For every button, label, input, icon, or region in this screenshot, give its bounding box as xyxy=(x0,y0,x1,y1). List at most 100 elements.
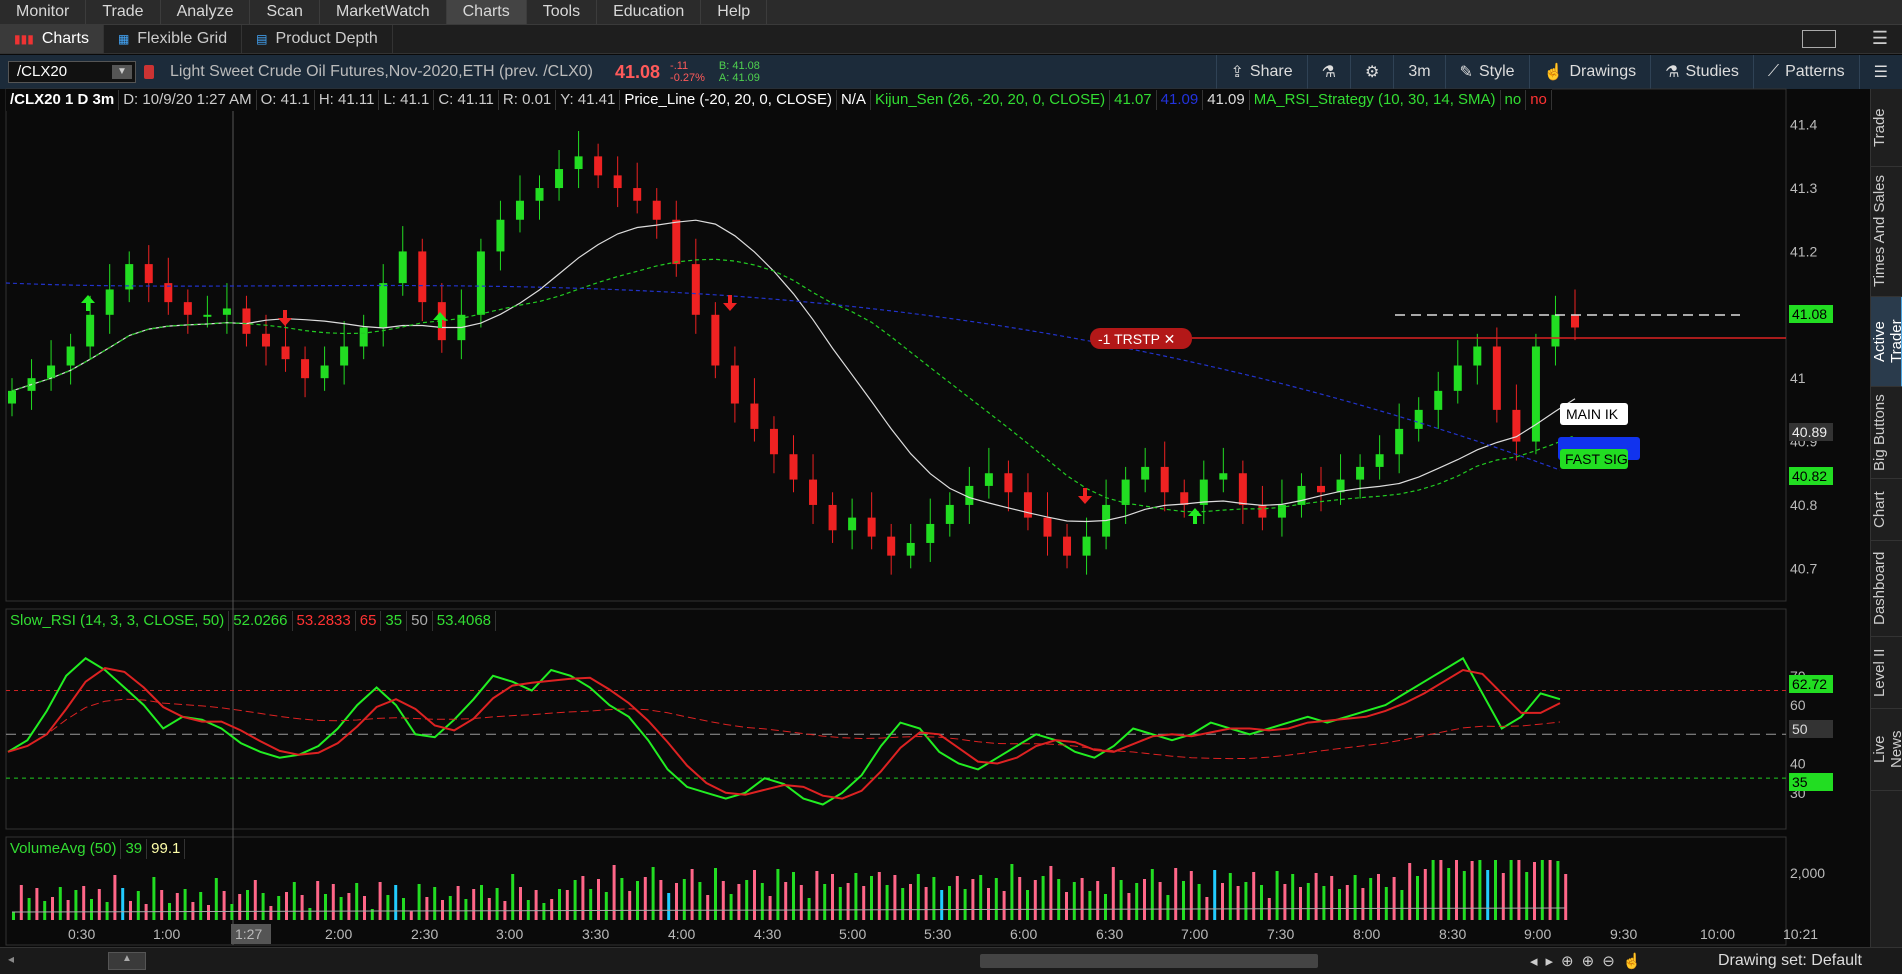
volume-bar xyxy=(1439,860,1443,920)
volume-bar xyxy=(1283,884,1287,920)
volume-bar xyxy=(682,879,686,920)
volume-bar xyxy=(331,884,335,920)
volume-bar xyxy=(526,900,530,920)
volume-bar xyxy=(901,888,905,920)
volume-bar xyxy=(831,874,834,920)
main-ik-label: MAIN IK xyxy=(1566,406,1619,422)
candle-body xyxy=(1063,536,1072,556)
volume-study[interactable]: VolumeAvg (50) xyxy=(6,839,122,859)
rsi-value-6: 53.4068 xyxy=(433,611,497,631)
sidebar-tab-big-buttons[interactable]: Big Buttons xyxy=(1871,387,1902,479)
volume-bar xyxy=(456,886,460,920)
volume-bar xyxy=(1447,868,1451,920)
volume-bar xyxy=(160,890,164,920)
volume-bar xyxy=(659,880,663,920)
candle-body xyxy=(203,314,212,317)
volume-bar xyxy=(604,892,608,920)
candle-body xyxy=(398,251,407,284)
sidebar-tab-times-and-sales[interactable]: Times And Sales xyxy=(1871,167,1902,297)
volume-bar xyxy=(1228,873,1232,920)
candle-body xyxy=(1414,409,1423,429)
volume-bar xyxy=(620,878,624,920)
info-close: C: 41.11 xyxy=(434,90,499,110)
chart-canvas[interactable]: 41.441.341.241.14140.940.840.7-1 TRSTP ✕… xyxy=(0,0,1870,947)
volume-bar xyxy=(729,894,733,920)
volume-bar xyxy=(1026,890,1029,920)
volume-bar xyxy=(1548,860,1552,920)
candle-body xyxy=(594,156,603,176)
kijun-value-1: 41.07 xyxy=(1110,90,1157,110)
time-axis-tick: 3:30 xyxy=(582,926,609,942)
volume-bar xyxy=(355,883,359,920)
volume-bar xyxy=(363,896,366,920)
volume-bar xyxy=(441,900,444,920)
rsi-study[interactable]: Slow_RSI (14, 3, 3, CLOSE, 50) xyxy=(6,611,230,631)
volume-axis-tick: 2,000 xyxy=(1790,865,1825,881)
volume-bar xyxy=(1111,867,1115,920)
sidebar-tab-live-news[interactable]: Live News xyxy=(1871,709,1902,791)
volume-bar xyxy=(1291,874,1295,920)
candle-body xyxy=(535,188,544,201)
time-axis-tick: 9:30 xyxy=(1610,926,1637,942)
zoom-tools[interactable]: ◂▸⊕⊕⊖☝ xyxy=(1530,952,1649,970)
volume-bar xyxy=(799,885,803,920)
last-price-badge: 41.08 xyxy=(1792,306,1827,322)
volume-bar xyxy=(1322,886,1326,920)
volume-bar xyxy=(550,899,554,920)
time-axis-tick: 3:00 xyxy=(496,926,523,942)
candle-body xyxy=(672,219,681,265)
sidebar-tab-trade[interactable]: Trade xyxy=(1871,89,1902,167)
volume-bar xyxy=(1135,883,1139,920)
volume-bar xyxy=(940,890,944,920)
sidebar-tab-active-trader[interactable]: Active Trader xyxy=(1871,297,1902,387)
price-axis-tick: 41 xyxy=(1790,370,1806,386)
kijun-line xyxy=(5,282,1561,471)
volume-bar xyxy=(511,874,515,920)
info-y: Y: 41.41 xyxy=(556,90,621,110)
sidebar-tab-level-ii[interactable]: Level II xyxy=(1871,637,1902,709)
volume-bar xyxy=(862,886,866,920)
price-line-study[interactable]: Price_Line (-20, 20, 0, CLOSE) xyxy=(620,90,837,110)
rsi-value-1: 52.0266 xyxy=(229,611,293,631)
strategy-study[interactable]: MA_RSI_Strategy (10, 30, 14, SMA) xyxy=(1250,90,1501,110)
menu-icon[interactable]: ☰ xyxy=(1872,28,1888,49)
home-button[interactable]: ▲ xyxy=(108,952,146,970)
volume-bar xyxy=(1041,876,1045,920)
volume-bar xyxy=(1353,875,1357,920)
volume-bar xyxy=(1033,880,1037,920)
time-axis-tick: 0:30 xyxy=(68,926,95,942)
volume-bar xyxy=(1252,872,1256,920)
volume-bar xyxy=(955,876,959,920)
volume-bar xyxy=(932,877,936,920)
volume-bar xyxy=(721,881,725,920)
price-axis-tick: 41.4 xyxy=(1790,117,1817,133)
signal-arrow-icon xyxy=(278,310,292,326)
candle-body xyxy=(1473,346,1482,366)
candle-body xyxy=(8,390,16,404)
volume-bar xyxy=(269,906,273,920)
volume-bar xyxy=(838,887,842,920)
time-axis-tick: 9:00 xyxy=(1524,926,1551,942)
volume-bar xyxy=(97,889,101,920)
strategy-value-1: no xyxy=(1501,90,1527,110)
sidebar-tab-dashboard[interactable]: Dashboard xyxy=(1871,541,1902,637)
volume-bar xyxy=(612,865,616,920)
candle-body xyxy=(183,302,192,315)
sidebar-tab-chart[interactable]: Chart xyxy=(1871,479,1902,541)
volume-bar xyxy=(846,883,850,920)
kijun-study[interactable]: Kijun_Sen (26, -20, 20, 0, CLOSE) xyxy=(871,90,1111,110)
candle-body xyxy=(1551,314,1560,347)
candle-body xyxy=(945,504,954,524)
volume-bar xyxy=(807,898,811,920)
volume-bar xyxy=(1416,876,1419,920)
scroll-left-icon[interactable]: ◂ xyxy=(8,952,14,966)
volume-bar xyxy=(651,867,655,920)
volume-bar xyxy=(667,893,671,920)
time-axis-tick: 5:00 xyxy=(839,926,866,942)
candle-body xyxy=(301,359,310,379)
volume-bar xyxy=(347,893,351,920)
drawing-set-label[interactable]: Drawing set: Default xyxy=(1718,952,1862,970)
volume-bar xyxy=(1236,886,1240,920)
volume-bar xyxy=(27,898,31,920)
horizontal-scrollbar[interactable] xyxy=(980,954,1318,968)
